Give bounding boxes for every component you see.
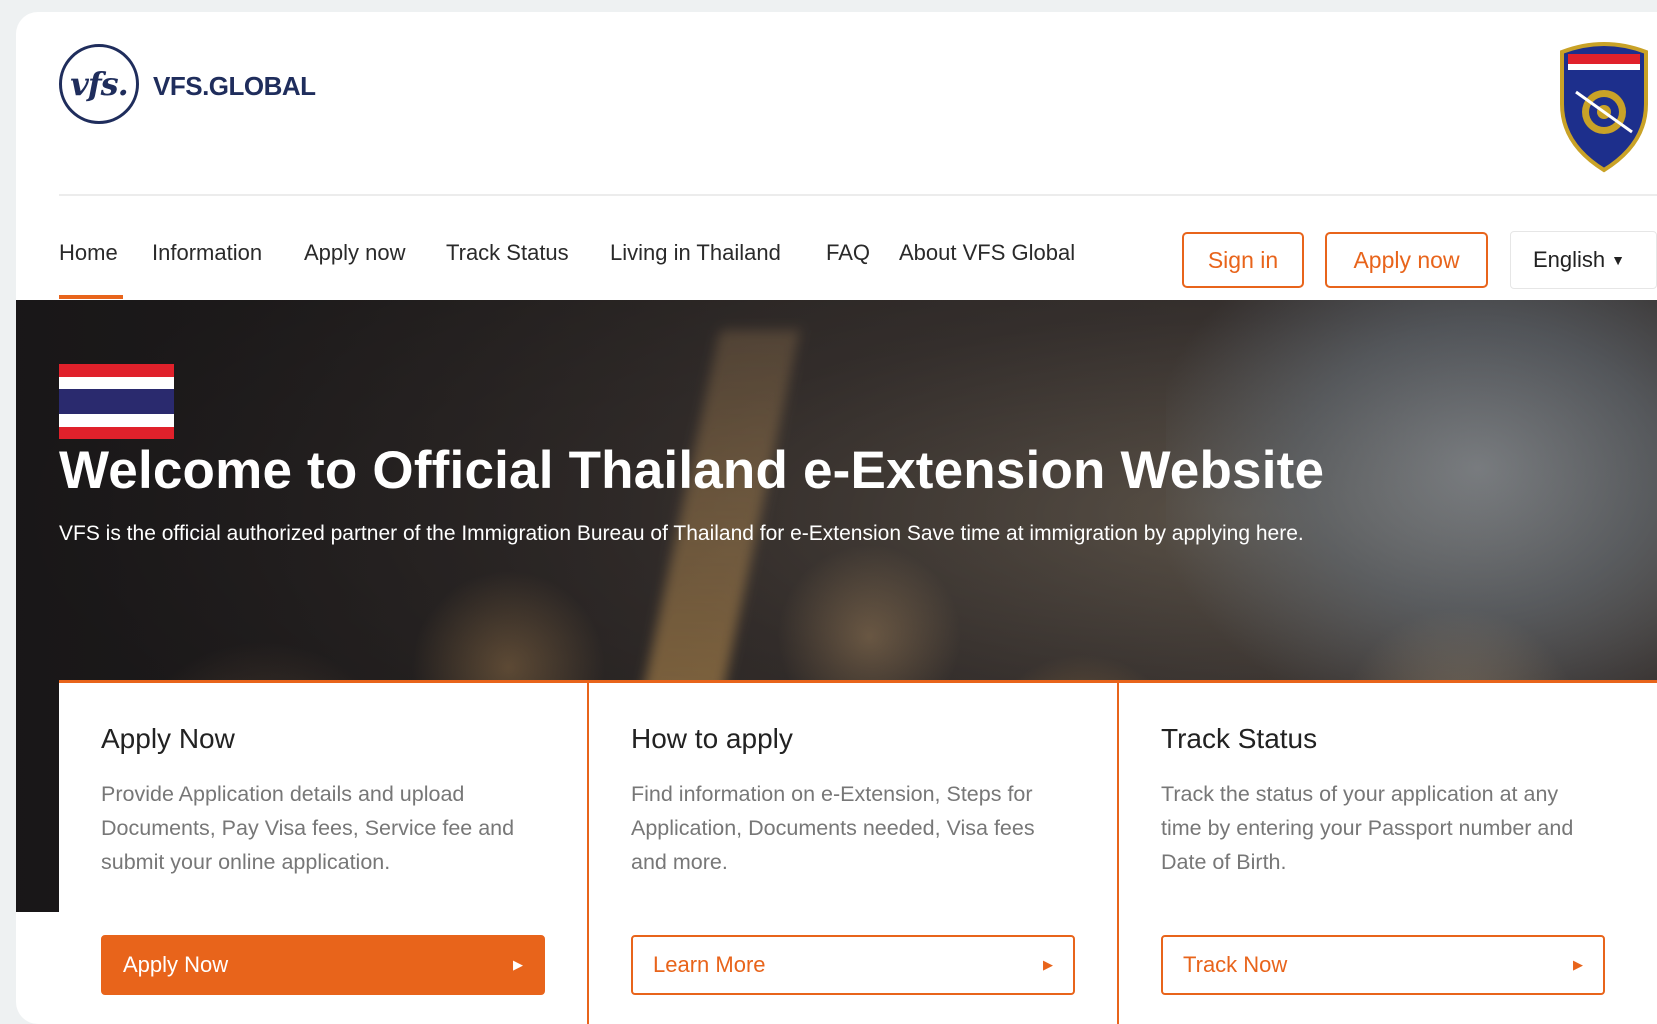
button-label: Learn More: [653, 952, 766, 977]
nav-item-information[interactable]: Information: [152, 240, 262, 266]
card-track-now-button[interactable]: Track Now ▶: [1161, 935, 1605, 995]
nav-active-indicator: [59, 295, 123, 299]
feature-cards: Apply Now Provide Application details an…: [59, 680, 1657, 1024]
main-nav: Home Information Apply now Track Status …: [16, 196, 1657, 299]
card-apply-now: Apply Now Provide Application details an…: [59, 680, 589, 1024]
caret-right-icon: ▶: [1573, 957, 1583, 972]
nav-item-living-in-thailand[interactable]: Living in Thailand: [610, 240, 781, 266]
page-frame: vfs. VFS.GLOBAL Home Information Apply n…: [16, 12, 1657, 1024]
apply-now-button[interactable]: Apply now: [1325, 232, 1488, 288]
card-description: Find information on e-Extension, Steps f…: [631, 782, 1035, 874]
hero-title: Welcome to Official Thailand e-Extension…: [59, 441, 1325, 500]
button-label: Track Now: [1183, 952, 1288, 977]
card-title: How to apply: [631, 723, 793, 754]
language-select[interactable]: English ▼: [1510, 231, 1657, 289]
hero-subtitle: VFS is the official authorized partner o…: [59, 522, 1304, 545]
chevron-down-icon: ▼: [1611, 252, 1626, 268]
card-track-status: Track Status Track the status of your ap…: [1119, 680, 1657, 1024]
royal-thai-police-badge-icon: [1560, 42, 1648, 173]
nav-item-faq[interactable]: FAQ: [826, 240, 870, 266]
card-description: Provide Application details and upload D…: [101, 782, 515, 874]
nav-item-home[interactable]: Home: [59, 240, 118, 266]
card-learn-more-button[interactable]: Learn More ▶: [631, 935, 1075, 995]
vfs-logo-icon[interactable]: vfs.: [59, 44, 139, 124]
card-description: Track the status of your application at …: [1161, 782, 1574, 874]
logo-mark: vfs.: [70, 65, 129, 103]
button-label: Apply Now: [123, 952, 229, 977]
nav-item-about-vfs-global[interactable]: About VFS Global: [899, 240, 1075, 266]
caret-right-icon: ▶: [513, 957, 523, 972]
sign-in-button[interactable]: Sign in: [1182, 232, 1304, 288]
card-title: Track Status: [1161, 723, 1318, 754]
nav-item-track-status[interactable]: Track Status: [446, 240, 569, 266]
thailand-flag-icon: [59, 364, 174, 439]
language-value: English: [1533, 247, 1606, 272]
card-how-to-apply: How to apply Find information on e-Exten…: [589, 680, 1119, 1024]
card-title: Apply Now: [101, 723, 235, 754]
caret-right-icon: ▶: [1043, 957, 1053, 972]
brand-name[interactable]: VFS.GLOBAL: [153, 71, 316, 102]
card-apply-now-button[interactable]: Apply Now ▶: [101, 935, 545, 995]
nav-item-apply-now[interactable]: Apply now: [304, 240, 406, 266]
site-header: vfs. VFS.GLOBAL: [16, 12, 1657, 195]
